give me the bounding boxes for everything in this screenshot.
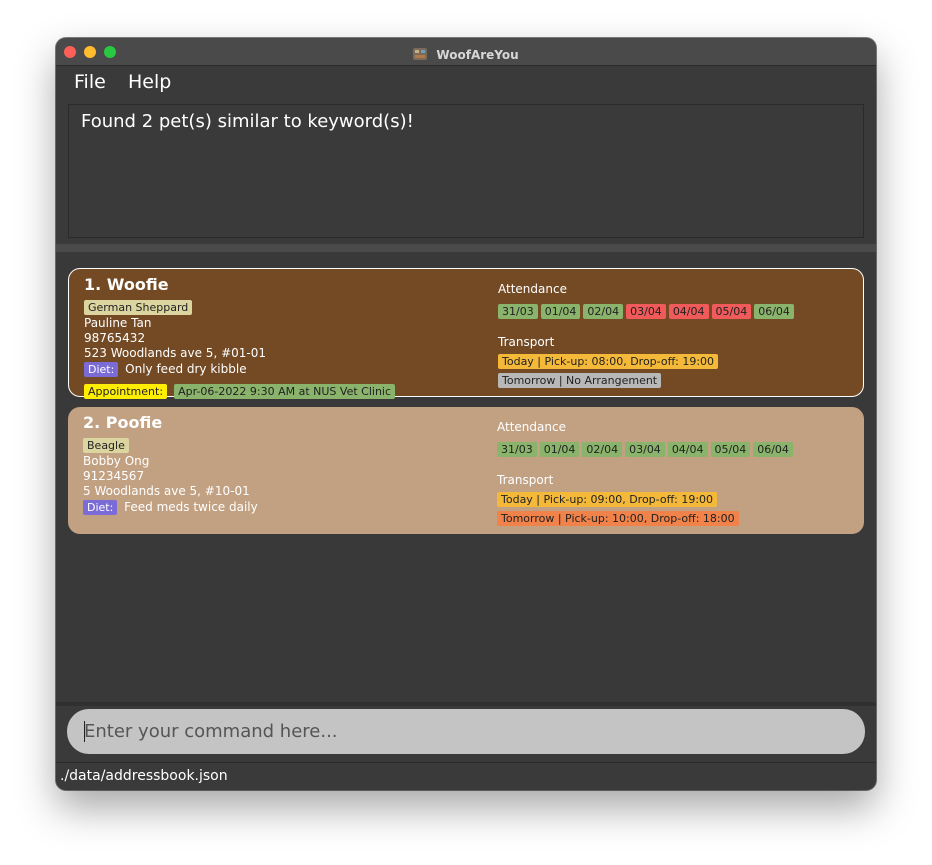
app-window: WoofAreYou File Help Found 2 pet(s) simi… <box>56 38 876 790</box>
address: 5 Woodlands ave 5, #10-01 <box>83 484 250 498</box>
breed-tag: German Sheppard <box>84 300 193 315</box>
transport-label: Transport <box>498 335 555 349</box>
pet-card[interactable]: 1. Woofie German Sheppard Pauline Tan 98… <box>68 268 864 399</box>
status-bar: ./data/addressbook.json <box>56 762 876 790</box>
attendance-day: 01/04 <box>539 442 580 457</box>
transport-today: Today | Pick-up: 08:00, Drop-off: 19:00 <box>498 354 719 369</box>
title-bar: WoofAreYou <box>56 38 876 66</box>
attendance-day: 01/04 <box>540 304 581 319</box>
transport-label: Transport <box>497 473 554 487</box>
transport-tomorrow: Tomorrow | No Arrangement <box>498 373 662 388</box>
attendance-day: 31/03 <box>497 442 537 457</box>
result-display: Found 2 pet(s) similar to keyword(s)! <box>68 104 864 238</box>
diet-value: Feed meds twice daily <box>124 500 258 514</box>
transport-today: Today | Pick-up: 09:00, Drop-off: 19:00 <box>497 492 718 507</box>
diet-label: Diet: <box>84 362 119 377</box>
command-input[interactable] <box>67 709 865 754</box>
pet-card[interactable]: 2. Poofie Beagle Bobby Ong 91234567 5 Wo… <box>68 407 864 534</box>
app-icon <box>413 48 428 60</box>
command-box <box>56 706 876 758</box>
appointment-label: Appointment: <box>84 384 168 399</box>
diet-value: Only feed dry kibble <box>125 362 247 376</box>
attendance-day: 31/03 <box>498 304 538 319</box>
pet-name: 1. Woofie <box>84 275 169 294</box>
menu-bar: File Help <box>56 67 876 97</box>
attendance-day: 03/04 <box>625 442 665 457</box>
attendance-day: 06/04 <box>753 442 793 457</box>
menu-help[interactable]: Help <box>128 71 171 93</box>
address: 523 Woodlands ave 5, #01-01 <box>84 346 266 360</box>
phone-number: 98765432 <box>84 331 146 345</box>
owner-name: Bobby Ong <box>83 454 150 468</box>
attendance-day: 06/04 <box>754 304 794 319</box>
menu-file[interactable]: File <box>74 71 106 93</box>
attendance-day: 04/04 <box>668 304 709 319</box>
attendance-label: Attendance <box>497 420 566 434</box>
breed-tag: Beagle <box>83 438 129 453</box>
appointment-value: Apr-06-2022 9:30 AM at NUS Vet Clinic <box>174 384 396 399</box>
attendance-day: 02/04 <box>583 304 624 319</box>
split-divider[interactable] <box>56 244 876 252</box>
result-message: Found 2 pet(s) similar to keyword(s)! <box>81 111 414 132</box>
attendance-day: 04/04 <box>667 442 708 457</box>
attendance-day: 03/04 <box>626 304 666 319</box>
pet-list: 1. Woofie German Sheppard Pauline Tan 98… <box>56 252 876 702</box>
attendance-day: 05/04 <box>711 304 752 319</box>
attendance-day: 05/04 <box>710 442 751 457</box>
window-title: WoofAreYou <box>436 48 519 62</box>
save-file-path: ./data/addressbook.json <box>60 768 228 784</box>
owner-name: Pauline Tan <box>84 316 152 330</box>
pet-name: 2. Poofie <box>83 413 163 432</box>
text-cursor <box>84 721 85 742</box>
phone-number: 91234567 <box>83 469 145 483</box>
diet-label: Diet: <box>83 500 118 515</box>
attendance-label: Attendance <box>498 282 567 296</box>
transport-tomorrow: Tomorrow | Pick-up: 10:00, Drop-off: 18:… <box>497 511 739 526</box>
attendance-day: 02/04 <box>582 442 623 457</box>
